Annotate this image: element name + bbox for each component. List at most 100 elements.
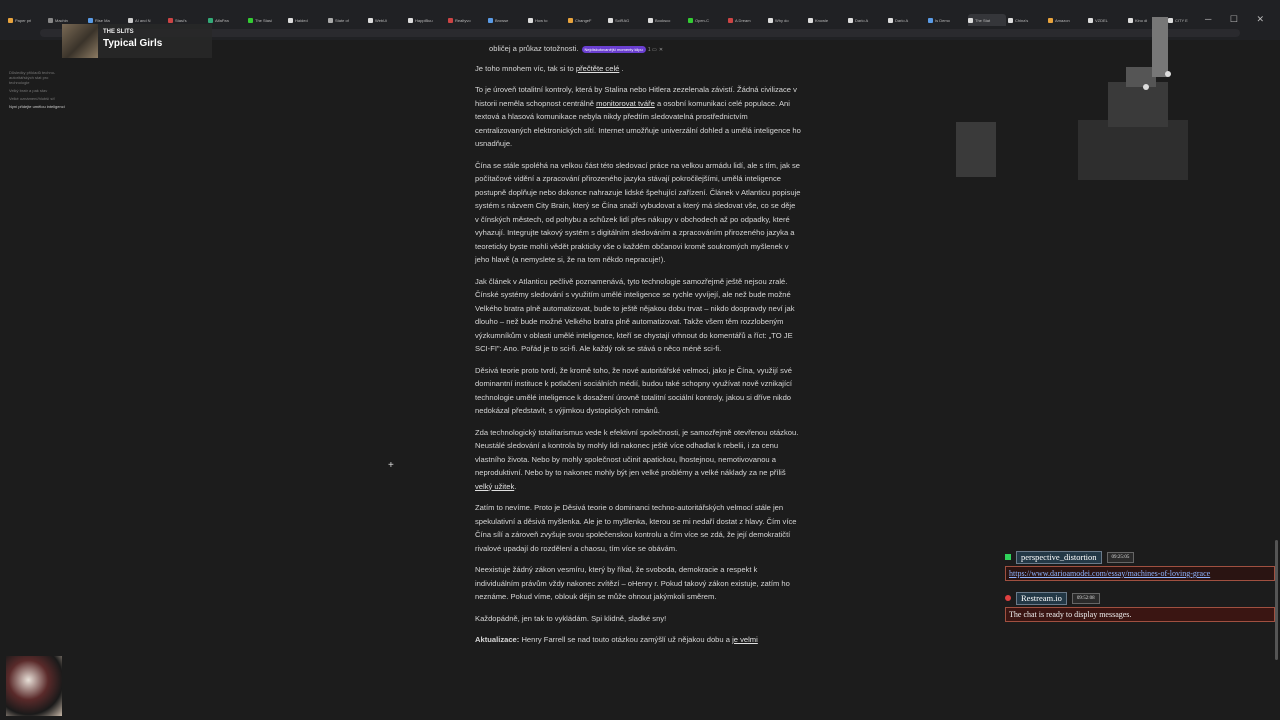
- update-link[interactable]: je velmi: [732, 635, 758, 644]
- window-controls[interactable]: ─ ☐ ✕: [1205, 14, 1272, 25]
- scrollbar[interactable]: [1275, 540, 1278, 660]
- toc-item-active[interactable]: Nyní přidejte umělou inteligenci: [9, 104, 69, 109]
- tab-label: Booksco: [655, 17, 671, 23]
- favicon-icon: [608, 17, 613, 23]
- paragraph: obličej a průkaz totožnosti. Nejdiskutova…: [475, 42, 801, 58]
- text: Henry Farrell se nad touto otázkou zamýš…: [519, 635, 733, 644]
- browser-tab[interactable]: Haided: [288, 14, 326, 26]
- favicon-icon: [48, 17, 53, 23]
- browser-tab[interactable]: Why do: [768, 14, 806, 26]
- tab-label: AI and N: [135, 17, 151, 23]
- paragraph: Je toho mnohem víc, tak si to přečtěte c…: [475, 62, 801, 76]
- browser-tab[interactable]: The Stasi: [248, 14, 286, 26]
- browser-tab[interactable]: SciRAG: [608, 14, 646, 26]
- toc-item[interactable]: Velký bratr a pak stav: [9, 88, 69, 93]
- favicon-icon: [408, 17, 413, 23]
- favicon-icon: [688, 17, 693, 23]
- tab-label: Is Demo: [935, 17, 950, 23]
- tab-label: Browse: [495, 17, 509, 23]
- tab-label: Dario A: [895, 17, 909, 23]
- text: Je toho mnohem víc, tak si to: [475, 63, 576, 73]
- tab-label: WebUi: [375, 17, 387, 23]
- tab-label: Knowle: [815, 17, 829, 23]
- favicon-icon: [328, 17, 333, 23]
- browser-tab[interactable]: Browse: [488, 14, 526, 26]
- paragraph: Děsivá teorie proto tvrdí, že kromě toho…: [475, 365, 793, 416]
- tab-label: Haided: [295, 17, 308, 23]
- tab-label: Machin: [55, 17, 68, 23]
- crosshair-cursor-icon: +: [388, 460, 394, 471]
- artist-name: THE SLITS: [103, 29, 134, 35]
- favicon-icon: [8, 17, 13, 23]
- favicon-icon: [888, 17, 893, 23]
- favicon-icon: [848, 17, 853, 23]
- browser-tab[interactable]: Paper pri: [8, 14, 46, 26]
- update-label: Aktualizace:: [475, 635, 520, 644]
- tab-label: SciRAG: [615, 17, 630, 23]
- browser-tab[interactable]: ChangeF: [568, 14, 606, 26]
- favicon-icon: [528, 17, 533, 23]
- restream-icon: [1005, 595, 1011, 601]
- monitor-faces-link[interactable]: monitorovat tváře: [596, 99, 655, 108]
- tab-label: ChangeF: [575, 17, 592, 23]
- toc-item[interactable]: Důsledky příkladů techno-autoritářských …: [9, 70, 69, 85]
- chat-timestamp: 09:25:05: [1106, 551, 1135, 563]
- favicon-icon: [368, 17, 373, 23]
- browser-tab[interactable]: WebUi: [368, 14, 406, 26]
- favicon-icon: [168, 17, 173, 23]
- chat-username: perspective_distortion: [1016, 550, 1102, 564]
- browser-tab[interactable]: AlfaFea: [208, 14, 246, 26]
- tab-label: Realtyvo: [455, 17, 471, 23]
- tab-label: Open-C: [695, 17, 710, 23]
- tab-label: Why do: [775, 17, 789, 23]
- table-of-contents: Důsledky příkladů techno-autoritářských …: [9, 70, 69, 112]
- paragraph: Každopádně, jen tak to vykládám. Spi kli…: [475, 613, 667, 623]
- read-all-link[interactable]: přečtěte celé: [576, 64, 619, 73]
- comment-icon[interactable]: 1 ▭: [648, 47, 657, 53]
- favicon-icon: [488, 17, 493, 23]
- favicon-icon: [248, 17, 253, 23]
- close-icon[interactable]: ✕: [659, 47, 663, 53]
- album-art: [62, 24, 98, 58]
- browser-tab[interactable]: Knowle: [808, 14, 846, 26]
- big-benefit-link[interactable]: velký užitek: [475, 482, 514, 491]
- article-body: obličej a průkaz totožnosti. Nejdiskutova…: [475, 42, 801, 655]
- text: Zda technologický totalitarismus vede k …: [475, 427, 799, 478]
- clip-moments-badge[interactable]: Nejdiskutovanější momenty klipu: [581, 45, 646, 53]
- tab-label: State of: [335, 17, 349, 23]
- chat-message-header: Restream.io 09:52:08: [1005, 591, 1275, 605]
- tab-label: AlfaFea: [215, 17, 229, 23]
- paragraph: Aktualizace: Henry Farrell se nad touto …: [475, 633, 801, 647]
- paragraph: Neexistuje žádný zákon vesmíru, který by…: [475, 565, 790, 601]
- paragraph: Zda technologický totalitarismus vede k …: [475, 426, 801, 494]
- browser-tab[interactable]: Booksco: [648, 14, 686, 26]
- paragraph: To je úroveň totalitní kontroly, která b…: [475, 83, 801, 151]
- favicon-icon: [208, 17, 213, 23]
- tab-label: Paper pri: [15, 17, 32, 23]
- tab-label: HappiBuu: [415, 17, 433, 23]
- text: obličej a průkaz totožnosti.: [489, 44, 579, 53]
- favicon-icon: [288, 17, 293, 23]
- twitch-icon: [1005, 554, 1011, 560]
- tab-label: Dario A: [855, 17, 869, 23]
- chat-message[interactable]: https://www.darioamodei.com/essay/machin…: [1005, 566, 1275, 581]
- text: .: [514, 481, 517, 491]
- paragraph: Zatím to nevíme. Proto je Děsivá teorie …: [475, 503, 797, 553]
- paragraph: Jak článek v Atlanticu pečlivě poznamená…: [475, 276, 795, 354]
- stream-chat-overlay: perspective_distortion 09:25:05 https://…: [1005, 550, 1275, 633]
- browser-tab[interactable]: Realtyvo: [448, 14, 486, 26]
- browser-tab[interactable]: Dario A: [888, 14, 926, 26]
- browser-tab[interactable]: HappiBuu: [408, 14, 446, 26]
- text: .: [619, 63, 624, 73]
- browser-tab[interactable]: A Dream: [728, 14, 766, 26]
- favicon-icon: [928, 17, 933, 23]
- browser-tab[interactable]: State of: [328, 14, 366, 26]
- browser-tab[interactable]: How to: [528, 14, 566, 26]
- toc-item[interactable]: Velké oznámení/hlubší síť: [9, 96, 69, 101]
- browser-tab[interactable]: Open-C: [688, 14, 726, 26]
- tab-label: Rise Ma: [95, 17, 110, 23]
- browser-tab[interactable]: Dario A: [848, 14, 886, 26]
- favicon-icon: [568, 17, 573, 23]
- tab-label: The Stasi: [255, 17, 272, 23]
- favicon-icon: [648, 17, 653, 23]
